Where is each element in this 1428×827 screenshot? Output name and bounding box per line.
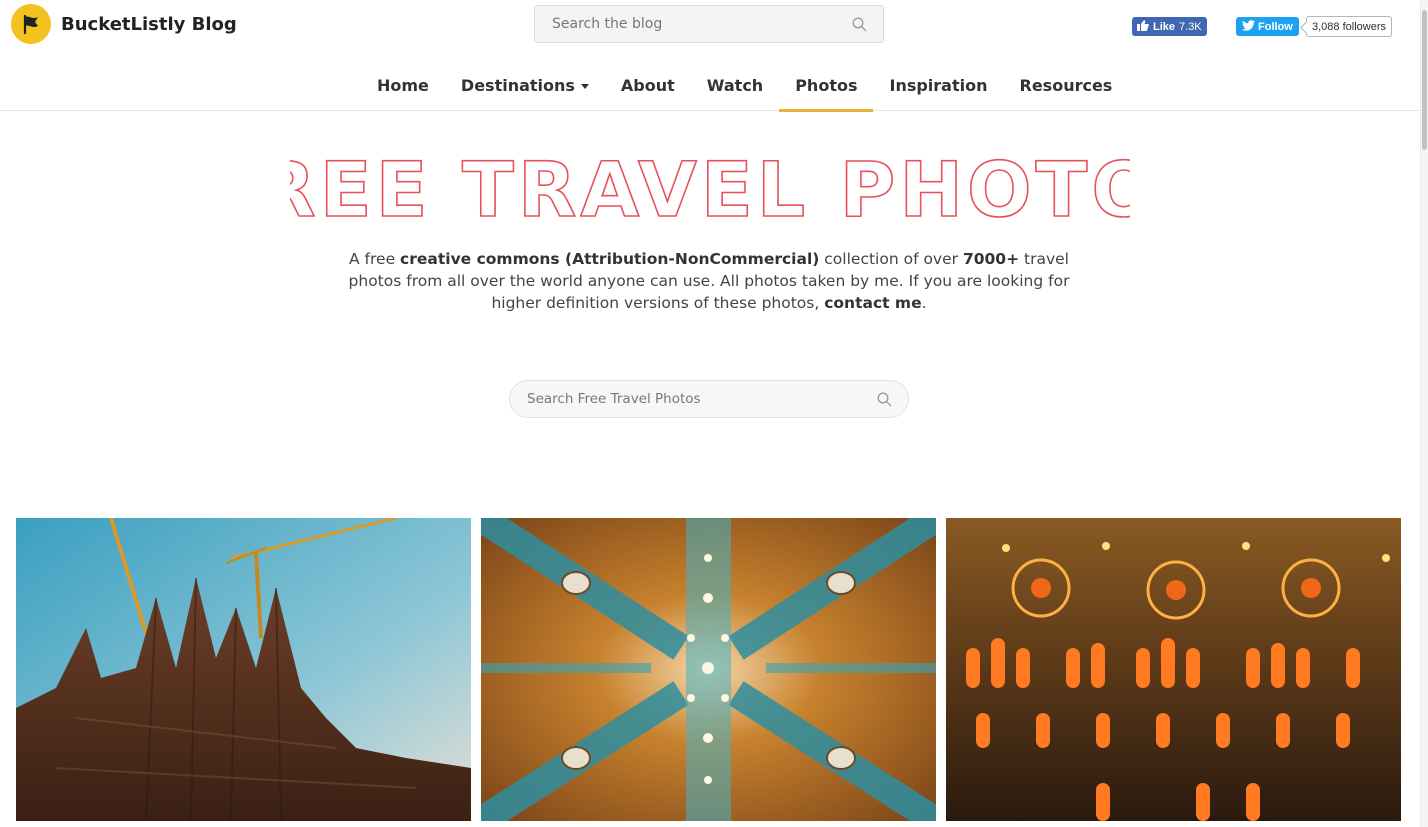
photo-search-input[interactable] (525, 390, 875, 408)
twitter-follower-count[interactable]: 3,088 followers (1306, 16, 1392, 37)
nav-item-inspiration[interactable]: Inspiration (873, 60, 1003, 111)
flag-icon (11, 4, 51, 44)
search-icon[interactable] (850, 15, 868, 33)
brand-name: BucketListly Blog (61, 13, 237, 35)
contact-link[interactable]: contact me (824, 294, 921, 312)
main-nav: Home Destinations About Watch Photos Ins… (0, 60, 1420, 112)
photo-card-sagrada-exterior[interactable] (16, 518, 471, 821)
thumbs-up-icon (1137, 19, 1149, 34)
facebook-like-button[interactable]: Like 7.3K (1132, 17, 1207, 36)
fb-like-label: Like (1153, 20, 1176, 33)
blog-search-box (534, 5, 884, 43)
nav-item-home[interactable]: Home (361, 60, 445, 111)
intro-text: A free (349, 250, 401, 268)
page-title-wrapper: FREE TRAVEL PHOTOS (0, 140, 1420, 232)
nav-item-photos[interactable]: Photos (779, 60, 874, 112)
page-scrollbar[interactable] (1420, 0, 1428, 827)
twitter-bird-icon (1242, 19, 1255, 34)
twitter-follow-button[interactable]: Follow (1236, 17, 1299, 36)
blog-search-input[interactable] (550, 15, 850, 33)
twitter-follow-label: Follow (1258, 20, 1293, 33)
fb-like-count: 7.3K (1179, 20, 1202, 33)
search-icon[interactable] (875, 390, 893, 408)
intro-paragraph: A free creative commons (Attribution-Non… (339, 248, 1079, 314)
photo-count: 7000+ (962, 250, 1020, 268)
nav-item-about[interactable]: About (605, 60, 691, 111)
caret-down-icon (580, 84, 589, 89)
scrollbar-thumb[interactable] (1422, 10, 1427, 150)
page-title: FREE TRAVEL PHOTOS (290, 145, 1130, 232)
photo-card-sagrada-ceiling[interactable] (481, 518, 936, 821)
brand-logo[interactable]: BucketListly Blog (11, 4, 237, 44)
nav-item-watch[interactable]: Watch (691, 60, 779, 111)
photo-card-sagrada-stained-glass[interactable] (946, 518, 1401, 821)
photo-search-box (509, 380, 909, 418)
nav-item-destinations[interactable]: Destinations (445, 60, 605, 111)
page: BucketListly Blog Like 7.3K Follow 3,088… (0, 0, 1428, 827)
intro-text: collection of over (819, 250, 963, 268)
license-name: creative commons (Attribution-NonCommerc… (400, 250, 820, 268)
intro-text: . (921, 294, 927, 312)
nav-item-resources[interactable]: Resources (1004, 60, 1129, 111)
